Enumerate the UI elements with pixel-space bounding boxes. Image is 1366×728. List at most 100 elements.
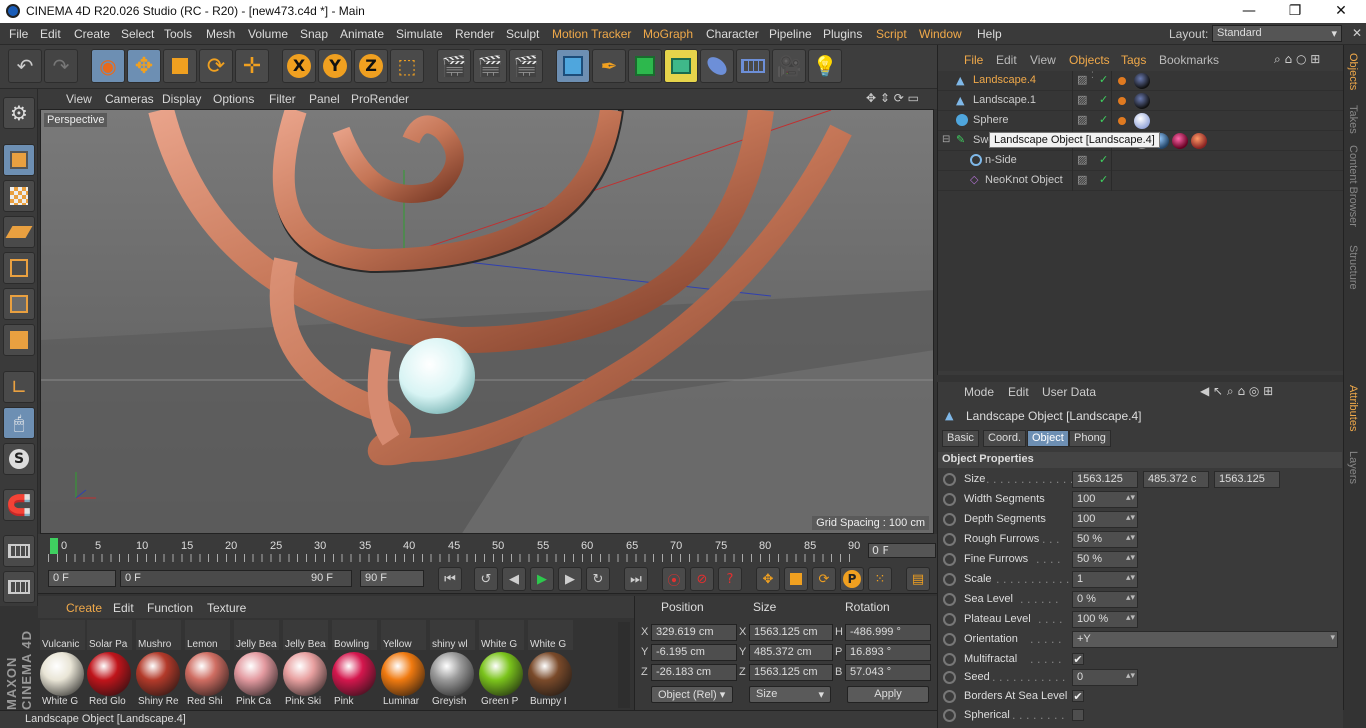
visibility-column[interactable]: ▨✓ xyxy=(1072,91,1112,111)
scale-tool-button[interactable] xyxy=(163,49,197,83)
pen-spline-button[interactable]: ✒ xyxy=(592,49,626,83)
material-tag-icon[interactable] xyxy=(1191,133,1207,149)
width-segments-input[interactable]: 100 ▴▾ xyxy=(1072,491,1138,508)
play-button[interactable]: ▶ xyxy=(530,567,554,591)
material-swatch[interactable]: Vulcanic xyxy=(40,620,85,650)
viewport-menu-prorender[interactable]: ProRender xyxy=(351,92,409,106)
playhead[interactable] xyxy=(50,538,58,554)
menu-pipeline[interactable]: Pipeline xyxy=(769,27,812,41)
tab-phong[interactable]: Phong xyxy=(1069,430,1111,447)
orientation-select[interactable]: +Y ▾ xyxy=(1072,631,1338,648)
material-menu-texture[interactable]: Texture xyxy=(207,601,246,615)
size-x-field[interactable]: 1563.125 cm xyxy=(749,624,833,641)
material-swatch[interactable]: Lemon xyxy=(185,620,230,650)
menu-motion-tracker[interactable]: Motion Tracker xyxy=(552,27,631,41)
material-tag-icon[interactable] xyxy=(1134,93,1150,109)
x-axis-button[interactable]: X xyxy=(282,49,316,83)
objects-menu-bookmarks[interactable]: Bookmarks xyxy=(1159,53,1219,67)
material-swatch[interactable]: shiny wl xyxy=(430,620,475,650)
live-selection-button[interactable]: ◉ xyxy=(91,49,125,83)
y-axis-button[interactable]: Y xyxy=(318,49,352,83)
viewport-menu-cameras[interactable]: Cameras xyxy=(105,92,154,106)
material-swatch[interactable] xyxy=(234,652,278,696)
coordinate-system-button[interactable]: ⬚ xyxy=(390,49,424,83)
make-editable-button[interactable]: ⚙ xyxy=(3,97,35,129)
visibility-column[interactable]: ▨✓ xyxy=(1072,171,1112,191)
tag-icon[interactable] xyxy=(1118,97,1126,105)
record-active-button[interactable]: ⦿ xyxy=(662,567,686,591)
material-swatch[interactable] xyxy=(136,652,180,696)
end-frame-field[interactable]: 90 F xyxy=(360,570,424,587)
menu-file[interactable]: File xyxy=(9,27,28,41)
borders-checkbox[interactable]: ✔ xyxy=(1072,690,1084,702)
object-row-landscape-4[interactable]: ▲ Landscape.4 ▨ ⁚ ✓ xyxy=(938,71,1344,91)
animate-dot-icon[interactable] xyxy=(943,709,956,722)
material-swatch[interactable]: Jelly Bea xyxy=(234,620,279,650)
current-frame-field[interactable]: 0 F xyxy=(868,543,936,558)
material-swatch[interactable]: Bowling xyxy=(332,620,377,650)
redo-button[interactable]: ↷ xyxy=(44,49,78,83)
3d-viewport[interactable]: Perspective Grid Spacing : 100 cm xyxy=(40,109,934,534)
animate-dot-icon[interactable] xyxy=(943,653,956,666)
tab-basic[interactable]: Basic xyxy=(942,430,979,447)
tab-objects[interactable]: Objects xyxy=(1347,53,1359,90)
objects-menu-file[interactable]: File xyxy=(964,53,983,67)
menu-script[interactable]: Script xyxy=(876,27,907,41)
tab-attributes[interactable]: Attributes xyxy=(1347,385,1359,431)
menu-edit[interactable]: Edit xyxy=(40,27,61,41)
animate-dot-icon[interactable] xyxy=(943,493,956,506)
menu-create[interactable]: Create xyxy=(74,27,110,41)
edges-mode-button[interactable] xyxy=(3,288,35,320)
cube-button[interactable] xyxy=(556,49,590,83)
visibility-column[interactable]: ▨✓ xyxy=(1072,111,1112,131)
animate-dot-icon[interactable] xyxy=(943,473,956,486)
tag-icon[interactable] xyxy=(1118,77,1126,85)
material-swatch[interactable] xyxy=(479,652,523,696)
size-mode-select[interactable]: Size ▾ xyxy=(749,686,831,703)
collapse-icon[interactable]: ⊟ xyxy=(942,134,950,145)
render-settings-button[interactable]: 🎬 xyxy=(509,49,543,83)
object-manager-tools-icons[interactable]: ⌕ ⌂ ○ ⊞ xyxy=(1274,52,1320,67)
coordinate-mode-select[interactable]: Object (Rel) ▾ xyxy=(651,686,733,703)
lock-workplane-button[interactable] xyxy=(3,535,35,567)
menu-select[interactable]: Select xyxy=(121,27,154,41)
material-swatch[interactable] xyxy=(381,652,425,696)
tag-icon[interactable] xyxy=(1118,117,1126,125)
material-swatch[interactable]: Mushro xyxy=(136,620,181,650)
camera-button[interactable]: 🎥 xyxy=(772,49,806,83)
key-position-button[interactable]: ✥ xyxy=(756,567,780,591)
size-y-input[interactable]: 485.372 c xyxy=(1143,471,1209,488)
sea-level-input[interactable]: 0 % ▴▾ xyxy=(1072,591,1138,608)
viewport-menu-view[interactable]: View xyxy=(66,92,92,106)
tab-takes[interactable]: Takes xyxy=(1347,105,1359,134)
visibility-column[interactable]: ▨✓ xyxy=(1072,151,1112,171)
key-scale-button[interactable] xyxy=(784,567,808,591)
menu-window[interactable]: Window xyxy=(919,27,962,41)
render-view-button[interactable]: 🎬 xyxy=(437,49,471,83)
tab-coord[interactable]: Coord. xyxy=(983,430,1027,447)
plateau-level-input[interactable]: 100 % ▴▾ xyxy=(1072,611,1138,628)
attribute-menu-edit[interactable]: Edit xyxy=(1008,385,1029,399)
position-x-field[interactable]: 329.619 cm xyxy=(651,624,737,641)
z-axis-button[interactable]: Z xyxy=(354,49,388,83)
material-swatch[interactable]: Solar Pa xyxy=(87,620,132,650)
material-swatch[interactable]: Jelly Bea xyxy=(283,620,328,650)
material-swatch[interactable]: White G xyxy=(479,620,524,650)
material-tag-icon[interactable] xyxy=(1172,133,1188,149)
material-swatch[interactable] xyxy=(283,652,327,696)
workplane-button[interactable] xyxy=(3,216,35,248)
object-row-neoknot[interactable]: ◇ NeoKnot Object ▨ ✓ xyxy=(938,171,1344,191)
objects-menu-edit[interactable]: Edit xyxy=(996,53,1017,67)
spherical-checkbox[interactable] xyxy=(1072,709,1084,721)
key-rotation-button[interactable]: ⟳ xyxy=(812,567,836,591)
menu-animate[interactable]: Animate xyxy=(340,27,384,41)
tab-layers[interactable]: Layers xyxy=(1347,451,1359,484)
rotation-h-field[interactable]: -486.999 ° xyxy=(845,624,931,641)
material-swatch[interactable] xyxy=(185,652,229,696)
timeline-ruler[interactable]: 0 5 10 15 20 25 30 35 40 45 50 55 60 65 … xyxy=(38,534,937,564)
move-tool-button[interactable]: ✥ xyxy=(127,49,161,83)
material-menu-edit[interactable]: Edit xyxy=(113,601,134,615)
start-frame-field[interactable]: 0 F xyxy=(48,570,116,587)
object-row-sphere[interactable]: Sphere ▨ ✓ xyxy=(938,111,1344,131)
viewport-navigation-icons[interactable]: ✥ ⇕ ⟳ ▭ xyxy=(866,91,919,105)
